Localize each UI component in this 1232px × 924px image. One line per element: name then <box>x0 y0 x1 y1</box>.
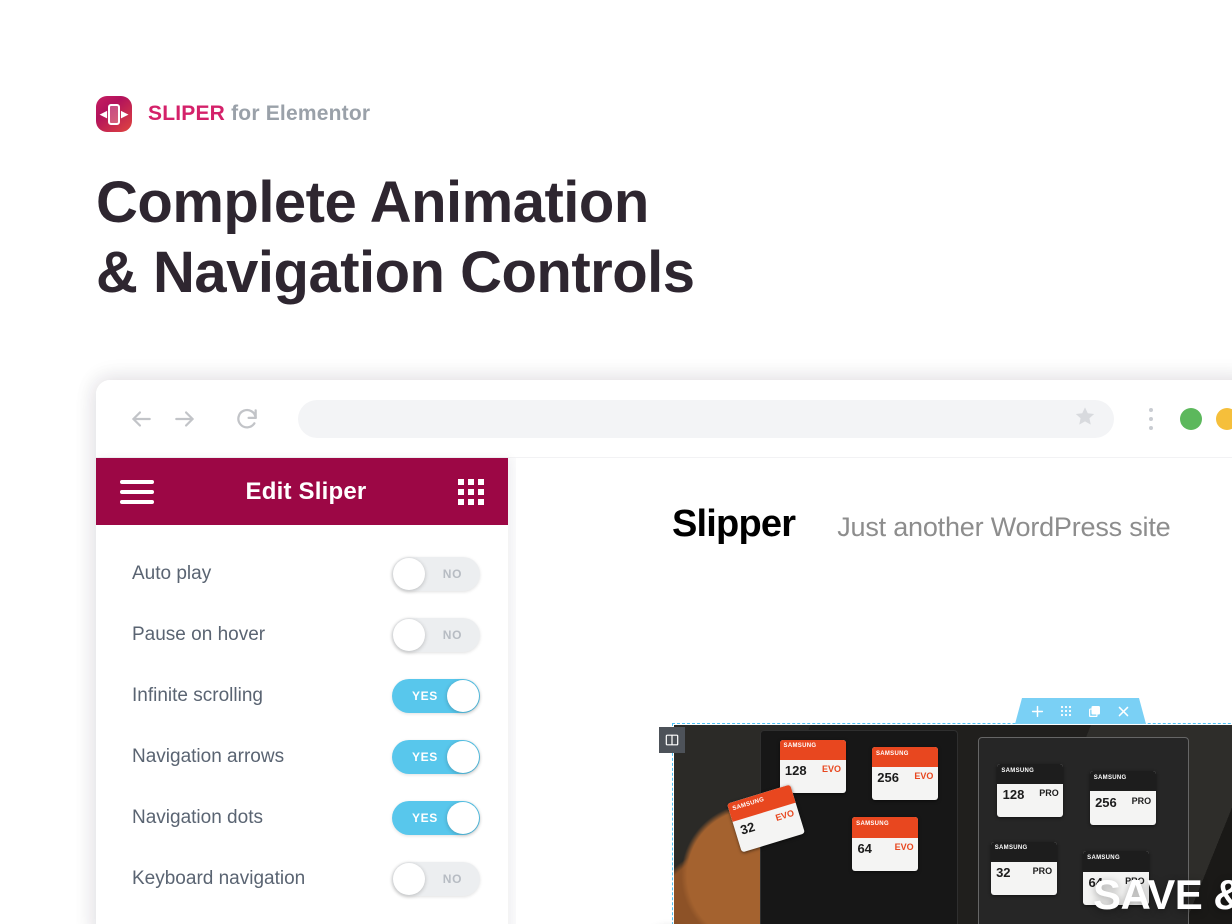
toggle-state: NO <box>442 566 462 581</box>
back-button[interactable] <box>124 402 158 436</box>
column-layout-icon[interactable] <box>659 727 685 753</box>
setting-label: Auto play <box>132 562 212 584</box>
sd-capacity: 128 <box>784 763 807 779</box>
reload-button[interactable] <box>230 402 264 436</box>
sd-card: SAMSUNG 256 PRO <box>1089 771 1156 825</box>
browser-viewport: Edit Sliper Auto play NO Pause on hover … <box>96 458 1232 924</box>
url-bar[interactable] <box>298 399 1114 438</box>
page-title: Complete Animation & Navigation Controls <box>96 170 695 305</box>
toggle-knob <box>447 740 479 773</box>
toggle-knob <box>393 557 425 590</box>
setting-row-navigation-dots: Navigation dots YES <box>96 787 508 848</box>
hamburger-line <box>120 489 154 494</box>
kebab-menu-icon[interactable] <box>1134 407 1168 430</box>
toggle-infinite-scrolling[interactable]: YES <box>392 678 480 713</box>
sd-card: SAMSUNG 128 PRO <box>997 763 1064 818</box>
caret-left-icon: ◀ <box>100 108 107 119</box>
sd-card: SAMSUNG 64 EVO <box>852 817 919 871</box>
sd-family: EVO <box>774 808 796 824</box>
setting-label: Infinite scrolling <box>132 684 263 706</box>
maximize-dot[interactable] <box>1180 407 1202 430</box>
toggle-knob <box>447 801 479 834</box>
grid-apps-icon[interactable] <box>458 478 484 505</box>
caret-right-icon: ▶ <box>121 108 128 119</box>
kebab-dot <box>1149 416 1153 421</box>
duplicate-icon[interactable] <box>1088 705 1101 718</box>
hamburger-line <box>120 479 154 484</box>
kebab-dot <box>1149 407 1153 412</box>
toggle-state: NO <box>442 627 462 642</box>
hamburger-menu-icon[interactable] <box>120 479 154 504</box>
setting-label: Navigation dots <box>132 806 263 828</box>
brand-name: SLIPER <box>148 102 226 125</box>
toggle-auto-play[interactable]: NO <box>392 556 480 591</box>
drag-dots-icon[interactable] <box>1060 705 1072 717</box>
sd-family: EVO <box>821 764 841 775</box>
sd-card: SAMSUNG 256 EVO <box>872 746 938 801</box>
sliper-phone-icon: ◀ ▶ <box>96 96 132 132</box>
sliper-settings-panel: Edit Sliper Auto play NO Pause on hover … <box>96 458 508 924</box>
setting-label: Keyboard navigation <box>132 867 306 889</box>
toggle-state: YES <box>412 749 438 764</box>
page-root: ◀ ▶ SLIPER for Elementor Complete Animat… <box>0 0 1232 924</box>
setting-label: Navigation arrows <box>132 745 285 767</box>
setting-row-pause-on-hover: Pause on hover NO <box>96 604 508 665</box>
toggle-navigation-dots[interactable]: YES <box>392 800 480 835</box>
panel-title: Edit Sliper <box>245 477 367 505</box>
forward-button[interactable] <box>168 402 202 436</box>
star-icon[interactable] <box>1074 405 1096 432</box>
elementor-section-toolbar[interactable] <box>1015 698 1146 724</box>
setting-row-keyboard-navigation: Keyboard navigation NO <box>96 848 508 909</box>
site-preview: Slipper Just another WordPress site SAMS… <box>516 458 1232 924</box>
site-logo[interactable]: Slipper <box>672 503 796 546</box>
sd-capacity: 256 <box>877 770 899 786</box>
setting-label: Pause on hover <box>132 623 266 645</box>
setting-row-navigation-arrows: Navigation arrows YES <box>96 726 508 787</box>
panel-header: Edit Sliper <box>96 458 508 525</box>
sd-card: SAMSUNG 32 PRO <box>990 841 1057 896</box>
kebab-dot <box>1149 425 1153 430</box>
settings-list: Auto play NO Pause on hover NO Infinite … <box>96 525 508 909</box>
window-controls <box>1180 407 1232 430</box>
toggle-state: NO <box>442 871 462 886</box>
setting-row-infinite-scrolling: Infinite scrolling YES <box>96 665 508 726</box>
browser-toolbar <box>96 380 1232 458</box>
toggle-knob <box>447 679 479 712</box>
hamburger-line <box>120 499 154 504</box>
browser-window: Edit Sliper Auto play NO Pause on hover … <box>96 380 1232 924</box>
toggle-state: YES <box>412 810 438 825</box>
sd-capacity: 128 <box>1002 787 1025 803</box>
brand-suffix: for Elementor <box>225 102 371 125</box>
sd-capacity: 64 <box>857 840 872 856</box>
sd-family: PRO <box>1032 866 1053 877</box>
setting-row-auto-play: Auto play NO <box>96 543 508 604</box>
brand-row: ◀ ▶ SLIPER for Elementor <box>96 96 370 132</box>
toggle-keyboard-navigation[interactable]: NO <box>392 861 480 896</box>
sd-capacity: 256 <box>1095 794 1117 810</box>
slide-overlay-text: SAVE & S BEST MO <box>1093 871 1232 924</box>
elementor-section[interactable]: SAMSUNG 128 EVO SAMSUNG 256 EVO SAMSUNG … <box>659 723 1232 924</box>
site-header: Slipper Just another WordPress site <box>516 458 1232 546</box>
brand-title: SLIPER for Elementor <box>148 102 370 126</box>
minimize-dot[interactable] <box>1216 407 1232 430</box>
close-icon[interactable] <box>1117 705 1130 718</box>
sd-family: PRO <box>1039 788 1059 799</box>
sd-family: EVO <box>914 771 934 782</box>
site-tagline: Just another WordPress site <box>837 512 1171 542</box>
toggle-knob <box>393 618 425 651</box>
sd-family: PRO <box>1131 795 1152 806</box>
toggle-navigation-arrows[interactable]: YES <box>392 739 480 774</box>
toggle-knob <box>393 862 425 895</box>
sd-capacity: 32 <box>996 865 1011 881</box>
sd-capacity: 32 <box>738 819 758 839</box>
phone-shape <box>108 103 120 125</box>
sd-family: EVO <box>894 841 914 852</box>
plus-icon[interactable] <box>1031 705 1044 718</box>
toggle-pause-on-hover[interactable]: NO <box>392 617 480 652</box>
toggle-state: YES <box>412 688 438 703</box>
